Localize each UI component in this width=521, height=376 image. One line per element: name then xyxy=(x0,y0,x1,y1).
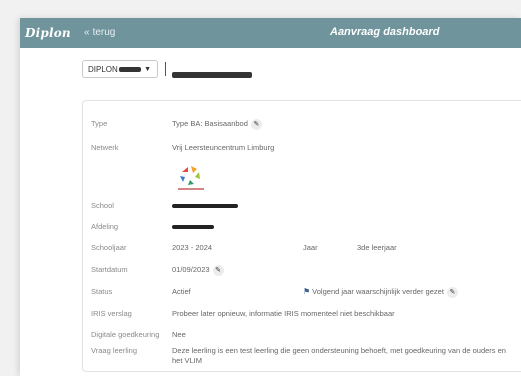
redacted-school xyxy=(172,204,238,209)
page: Diplon «terug Aanvraag dashboard DIPLON … xyxy=(0,0,521,376)
back-label: terug xyxy=(92,27,116,38)
pencil-icon[interactable]: ✎ xyxy=(212,264,224,276)
flag-icon: ⚑ xyxy=(303,287,311,296)
redacted-dossier-id xyxy=(118,67,141,73)
status-value: Actief xyxy=(172,287,191,296)
details-card: Type Type BA: Basisaanbod ✎ Netwerk Vrij … xyxy=(82,100,521,372)
pencil-icon[interactable]: ✎ xyxy=(446,286,458,298)
status-label: Status xyxy=(91,287,113,296)
schooljaar-value: 2023 - 2024 xyxy=(172,243,213,252)
detail-row-schooljaar: Schooljaar 2023 - 2024 Jaar 3de leerjaar xyxy=(83,241,521,255)
detail-row-status: Status Actief ⚑ Volgend jaar waarschijnli… xyxy=(83,285,521,299)
startdatum-label: Startdatum xyxy=(91,265,128,274)
netwerk-value: Vrij Leersteuncentrum Limburg xyxy=(172,143,275,152)
divider xyxy=(165,62,166,76)
startdatum-value: 01/09/2023 xyxy=(172,265,210,274)
iris-value: Probeer later opnieuw, informatie IRIS m… xyxy=(172,309,395,318)
page-title: Aanvraag dashboard xyxy=(330,26,440,38)
chevron-left-double-icon: « xyxy=(84,27,90,38)
iris-label: IRIS verslag xyxy=(91,309,132,318)
goedkeuring-label: Digitale goedkeuring xyxy=(91,330,160,339)
detail-row-startdatum: Startdatum 01/09/2023 ✎ xyxy=(83,263,521,277)
netwerk-label: Netwerk xyxy=(91,143,119,152)
dossier-select-prefix: DIPLON xyxy=(88,65,118,74)
detail-row-iris: IRIS verslag Probeer later opnieuw, info… xyxy=(83,307,521,321)
redacted-name xyxy=(172,71,252,78)
jaar-label: Jaar xyxy=(303,243,318,252)
detail-row-goedkeuring: Digitale goedkeuring Nee xyxy=(83,328,521,342)
goedkeuring-value: Nee xyxy=(172,330,186,339)
student-name-redacted xyxy=(172,66,252,78)
afdeling-label: Afdeling xyxy=(91,222,119,231)
brand-logo: Diplon xyxy=(25,26,71,40)
detail-row-school: School xyxy=(83,199,521,213)
caret-down-icon: ▼ xyxy=(144,66,151,73)
vraag-label: Vraag leerling xyxy=(91,346,137,355)
schooljaar-label: Schooljaar xyxy=(91,243,127,252)
pencil-icon[interactable]: ✎ xyxy=(250,118,262,130)
top-bar: Diplon «terug Aanvraag dashboard xyxy=(20,18,521,48)
status-followup: Volgend jaar waarschijnlijk verder gezet xyxy=(312,287,444,296)
type-label: Type xyxy=(91,119,108,128)
network-logo xyxy=(172,164,210,194)
redacted-afdeling xyxy=(172,225,214,230)
detail-row-type: Type Type BA: Basisaanbod ✎ xyxy=(83,117,521,131)
vraag-value: Deze leerling is een test leerling die g… xyxy=(172,346,506,365)
detail-row-afdeling: Afdeling xyxy=(83,220,521,234)
back-link[interactable]: «terug xyxy=(84,27,115,38)
detail-row-netwerk: Netwerk Vrij Leersteuncentrum Limburg xyxy=(83,141,521,155)
type-value: Type BA: Basisaanbod xyxy=(172,119,248,128)
dossier-select[interactable]: DIPLON ▼ xyxy=(82,60,158,78)
app-window: Diplon «terug Aanvraag dashboard DIPLON … xyxy=(20,18,521,376)
school-label: School xyxy=(91,201,114,210)
jaar-value: 3de leerjaar xyxy=(357,243,397,252)
